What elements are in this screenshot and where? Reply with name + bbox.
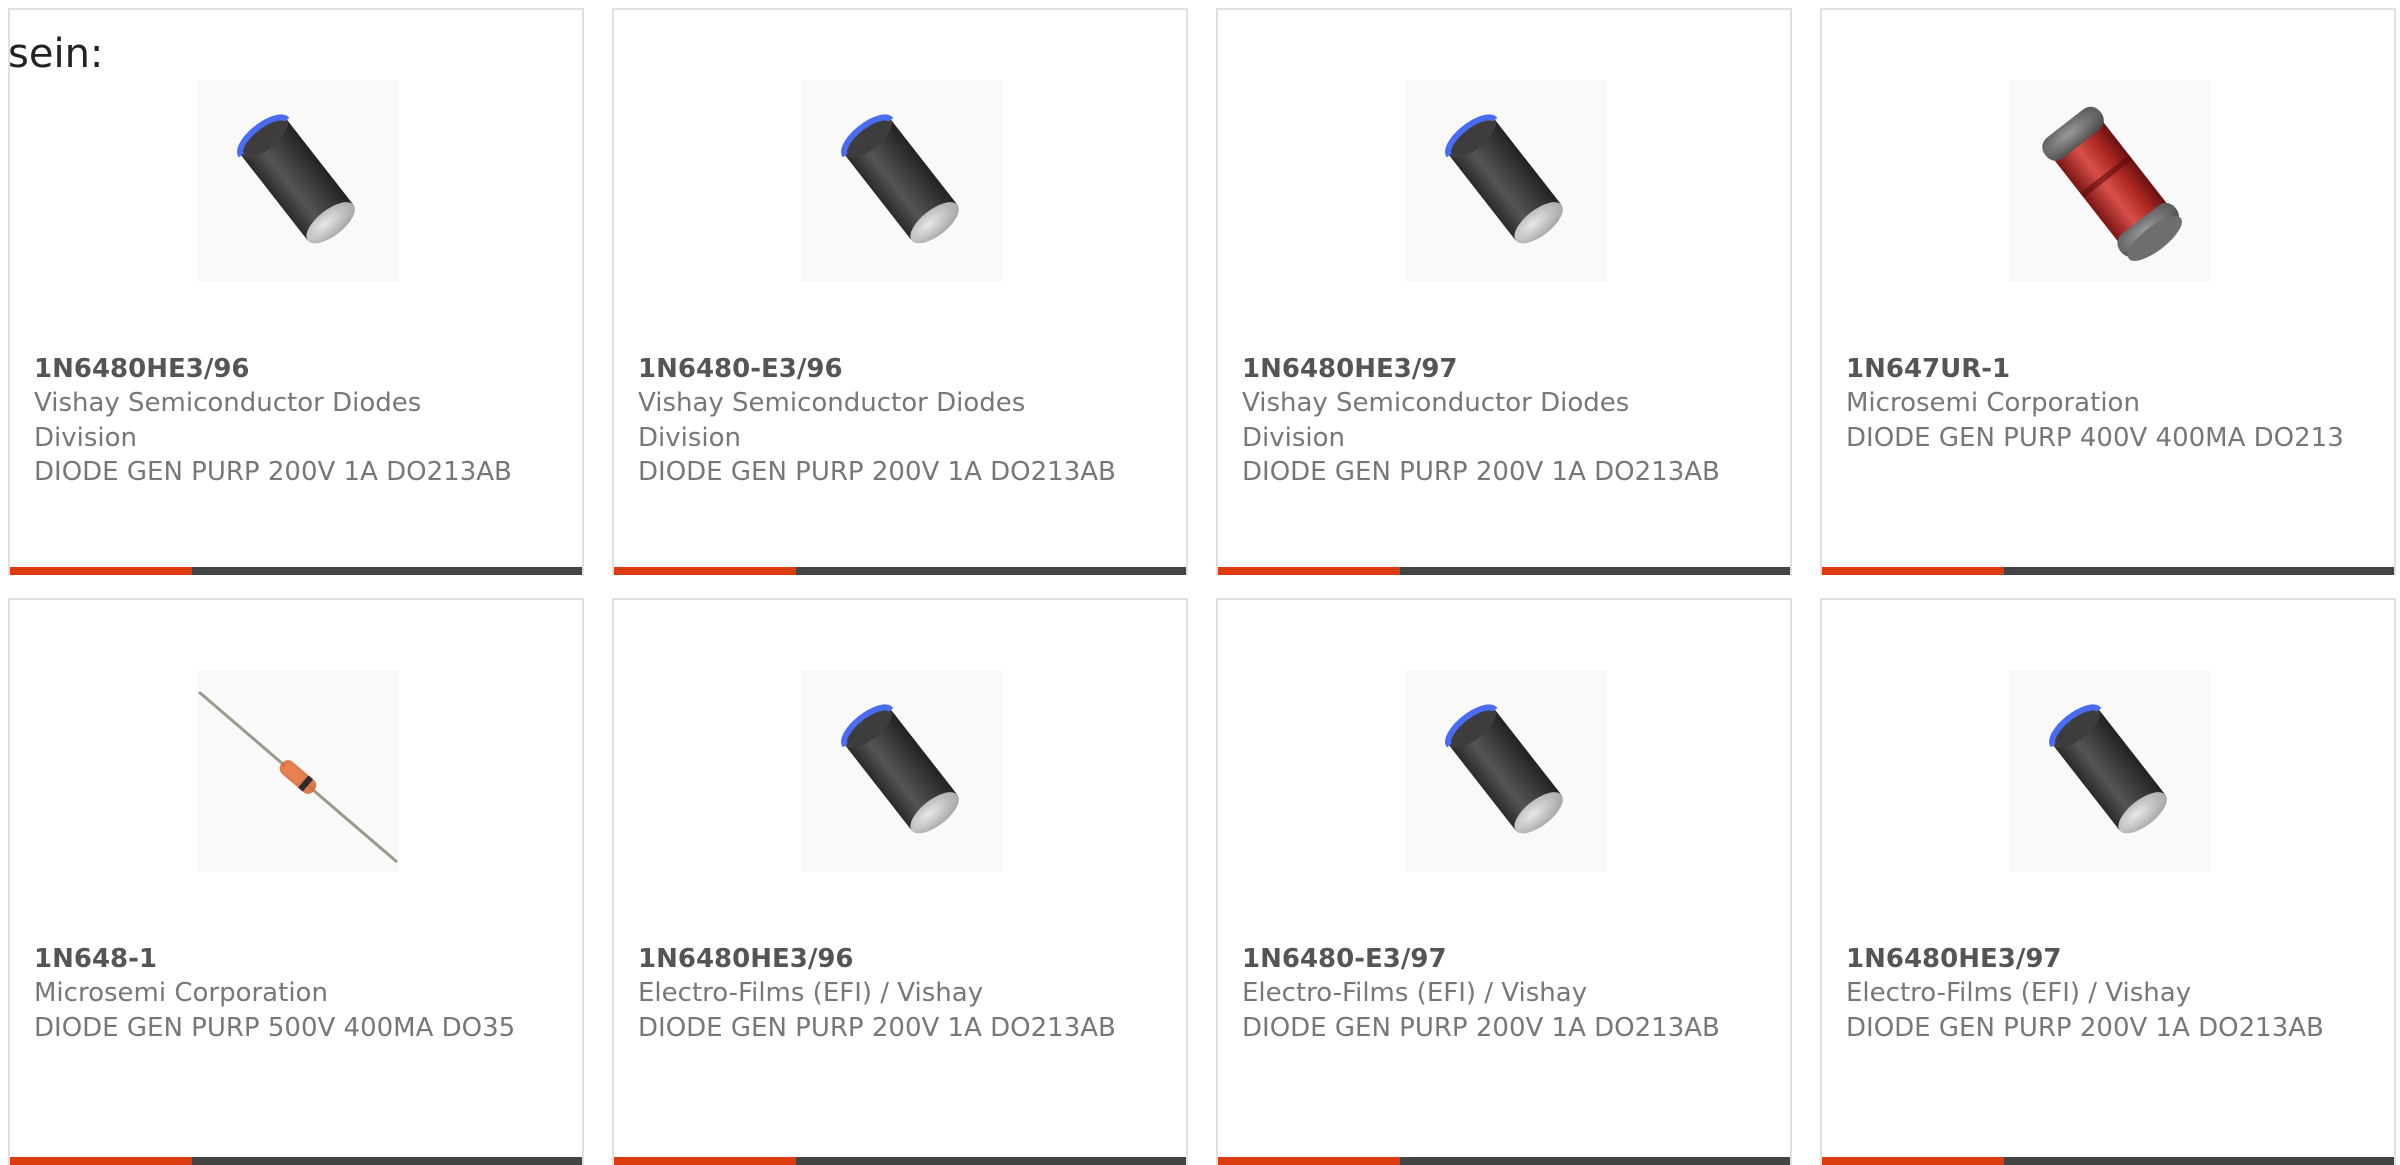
manufacturer: Electro-Films (EFI) / Vishay xyxy=(638,978,984,1009)
melf-diode-black-icon xyxy=(197,80,399,282)
product-card[interactable]: 1N647UR-1 Microsemi Corporation DIODE GE… xyxy=(1820,8,2396,575)
product-image[interactable] xyxy=(197,670,399,872)
manufacturer: Vishay Semiconductor Diodes Division xyxy=(1242,388,1630,453)
card-accent-stripe xyxy=(614,567,796,575)
manufacturer: Electro-Films (EFI) / Vishay xyxy=(1846,978,2192,1009)
melf-diode-black-icon xyxy=(801,670,1003,872)
product-info: 1N6480HE3/96 Electro-Films (EFI) / Visha… xyxy=(638,942,1158,1045)
card-bottom-bar xyxy=(10,567,582,575)
card-bottom-bar xyxy=(1822,567,2394,575)
product-card[interactable]: 1N6480-E3/97 Electro-Films (EFI) / Visha… xyxy=(1216,598,1792,1165)
product-card[interactable]: 1N6480HE3/97 Electro-Films (EFI) / Visha… xyxy=(1820,598,2396,1165)
product-info: 1N6480HE3/97 Electro-Films (EFI) / Visha… xyxy=(1846,942,2366,1045)
card-accent-stripe xyxy=(10,1157,192,1165)
product-card[interactable]: 1N6480HE3/96 Vishay Semiconductor Diodes… xyxy=(8,8,584,575)
description: DIODE GEN PURP 200V 1A DO213AB xyxy=(638,1012,1116,1043)
product-info: 1N6480-E3/97 Electro-Films (EFI) / Visha… xyxy=(1242,942,1762,1045)
product-info: 1N647UR-1 Microsemi Corporation DIODE GE… xyxy=(1846,352,2366,455)
product-image[interactable] xyxy=(1405,80,1607,282)
part-number[interactable]: 1N6480HE3/97 xyxy=(1242,352,1762,386)
product-grid: 1N6480HE3/96 Vishay Semiconductor Diodes… xyxy=(8,8,2400,1165)
product-image[interactable] xyxy=(801,80,1003,282)
description: DIODE GEN PURP 200V 1A DO213AB xyxy=(638,456,1116,487)
product-image[interactable] xyxy=(1405,670,1607,872)
manufacturer: Microsemi Corporation xyxy=(34,978,328,1009)
product-image[interactable] xyxy=(197,80,399,282)
card-accent-stripe xyxy=(1218,567,1400,575)
description: DIODE GEN PURP 200V 1A DO213AB xyxy=(1846,1012,2324,1043)
product-card[interactable]: 1N6480HE3/97 Vishay Semiconductor Diodes… xyxy=(1216,8,1792,575)
product-info: 1N6480-E3/96 Vishay Semiconductor Diodes… xyxy=(638,352,1158,489)
part-number[interactable]: 1N6480-E3/96 xyxy=(638,352,1158,386)
product-image[interactable] xyxy=(2009,670,2211,872)
product-info: 1N648-1 Microsemi Corporation DIODE GEN … xyxy=(34,942,554,1045)
manufacturer: Vishay Semiconductor Diodes Division xyxy=(34,388,422,453)
description: DIODE GEN PURP 500V 400MA DO35 xyxy=(34,1012,516,1043)
melf-diode-black-icon xyxy=(801,80,1003,282)
melf-diode-red-glass-icon xyxy=(2037,101,2190,270)
card-bottom-bar xyxy=(1218,567,1790,575)
part-number[interactable]: 1N647UR-1 xyxy=(1846,352,2366,386)
product-info: 1N6480HE3/96 Vishay Semiconductor Diodes… xyxy=(34,352,554,489)
product-info: 1N6480HE3/97 Vishay Semiconductor Diodes… xyxy=(1242,352,1762,489)
product-image[interactable] xyxy=(801,670,1003,872)
card-accent-stripe xyxy=(614,1157,796,1165)
part-number[interactable]: 1N648-1 xyxy=(34,942,554,976)
melf-diode-black-icon xyxy=(1405,670,1607,872)
card-bottom-bar xyxy=(1822,1157,2394,1165)
description: DIODE GEN PURP 200V 1A DO213AB xyxy=(34,456,512,487)
part-number[interactable]: 1N6480HE3/97 xyxy=(1846,942,2366,976)
melf-diode-black-icon xyxy=(2009,670,2211,872)
card-accent-stripe xyxy=(1822,1157,2004,1165)
product-card[interactable]: 1N6480HE3/96 Electro-Films (EFI) / Visha… xyxy=(612,598,1188,1165)
melf-diode-black-icon xyxy=(1405,80,1607,282)
intro-text: sein: xyxy=(8,31,104,77)
card-accent-stripe xyxy=(1822,567,2004,575)
manufacturer: Vishay Semiconductor Diodes Division xyxy=(638,388,1026,453)
card-bottom-bar xyxy=(1218,1157,1790,1165)
part-number[interactable]: 1N6480-E3/97 xyxy=(1242,942,1762,976)
card-accent-stripe xyxy=(1218,1157,1400,1165)
description: DIODE GEN PURP 200V 1A DO213AB xyxy=(1242,1012,1720,1043)
card-bottom-bar xyxy=(10,1157,582,1165)
card-accent-stripe xyxy=(10,567,192,575)
manufacturer: Electro-Films (EFI) / Vishay xyxy=(1242,978,1588,1009)
part-number[interactable]: 1N6480HE3/96 xyxy=(34,352,554,386)
part-number[interactable]: 1N6480HE3/96 xyxy=(638,942,1158,976)
description: DIODE GEN PURP 200V 1A DO213AB xyxy=(1242,456,1720,487)
product-image[interactable] xyxy=(2009,80,2211,282)
product-card[interactable]: 1N6480-E3/96 Vishay Semiconductor Diodes… xyxy=(612,8,1188,575)
axial-diode-glass-icon xyxy=(197,690,399,864)
card-bottom-bar xyxy=(614,567,1186,575)
product-card[interactable]: 1N648-1 Microsemi Corporation DIODE GEN … xyxy=(8,598,584,1165)
card-bottom-bar xyxy=(614,1157,1186,1165)
description: DIODE GEN PURP 400V 400MA DO213 xyxy=(1846,422,2344,453)
manufacturer: Microsemi Corporation xyxy=(1846,388,2140,419)
